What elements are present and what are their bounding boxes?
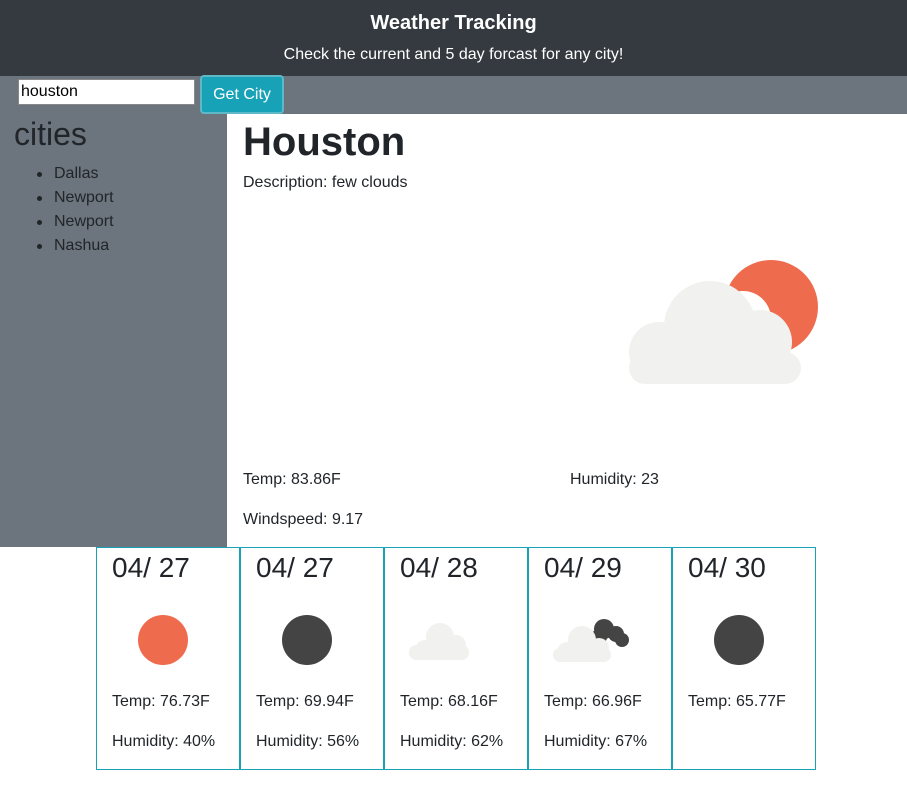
current-windspeed: Windspeed: 9.17 bbox=[243, 511, 364, 528]
forecast-date: 04/ 27 bbox=[112, 552, 190, 583]
app-title: Weather Tracking bbox=[370, 12, 537, 34]
five-day-forecast: 04/ 27 Temp: 76.73F Humidity: 40% 04/ 27… bbox=[96, 547, 816, 770]
sidebar: cities Dallas Newport Newport Nashua bbox=[0, 114, 227, 547]
forecast-temp: Temp: 66.96F bbox=[544, 693, 642, 710]
forecast-card: 04/ 27 Temp: 69.94F Humidity: 56% bbox=[240, 547, 384, 770]
forecast-date: 04/ 27 bbox=[256, 552, 334, 583]
cities-heading: cities bbox=[14, 116, 87, 152]
get-city-button[interactable]: Get City bbox=[200, 75, 284, 114]
cities-list: Dallas Newport Newport Nashua bbox=[0, 162, 114, 258]
forecast-date: 04/ 29 bbox=[544, 552, 622, 583]
forecast-humidity: Humidity: 40% bbox=[112, 733, 216, 750]
search-bar bbox=[0, 76, 907, 114]
few-clouds-day-icon bbox=[629, 260, 818, 384]
forecast-card: 04/ 28 Temp: 68.16F Humidity: 62% bbox=[384, 547, 528, 770]
city-list-item[interactable]: Newport bbox=[37, 186, 114, 210]
city-list-item[interactable]: Nashua bbox=[37, 234, 114, 258]
moon-icon bbox=[282, 615, 332, 665]
cloud-night-icon bbox=[553, 619, 629, 662]
current-temp: Temp: 83.86F bbox=[243, 471, 341, 488]
weather-description: Description: few clouds bbox=[243, 174, 408, 191]
forecast-humidity: Humidity: 67% bbox=[544, 733, 648, 750]
forecast-temp: Temp: 65.77F bbox=[688, 693, 786, 710]
app-subtitle: Check the current and 5 day forcast for … bbox=[283, 46, 624, 63]
forecast-date: 04/ 28 bbox=[400, 552, 478, 583]
forecast-temp: Temp: 68.16F bbox=[400, 693, 498, 710]
forecast-date: 04/ 30 bbox=[688, 552, 766, 583]
forecast-card: 04/ 29 Temp: 66.96F Humidity: 67% bbox=[528, 547, 672, 770]
forecast-humidity: Humidity: 56% bbox=[256, 733, 360, 750]
sun-icon bbox=[138, 615, 188, 665]
forecast-card: 04/ 27 Temp: 76.73F Humidity: 40% bbox=[96, 547, 240, 770]
forecast-card: 04/ 30 Temp: 65.77F bbox=[672, 547, 816, 770]
forecast-temp: Temp: 76.73F bbox=[112, 693, 210, 710]
cloud-icon bbox=[409, 623, 469, 660]
current-weather-panel: Houston Description: few clouds Temp: 83… bbox=[227, 114, 907, 547]
forecast-temp: Temp: 69.94F bbox=[256, 693, 354, 710]
city-list-item[interactable]: Dallas bbox=[37, 162, 114, 186]
forecast-humidity: Humidity: 62% bbox=[400, 733, 504, 750]
city-name: Houston bbox=[243, 120, 406, 164]
app-header: Weather Tracking Check the current and 5… bbox=[0, 0, 907, 76]
moon-icon bbox=[714, 615, 764, 665]
city-search-input[interactable] bbox=[18, 79, 195, 105]
current-humidity: Humidity: 23 bbox=[570, 471, 659, 488]
city-list-item[interactable]: Newport bbox=[37, 210, 114, 234]
